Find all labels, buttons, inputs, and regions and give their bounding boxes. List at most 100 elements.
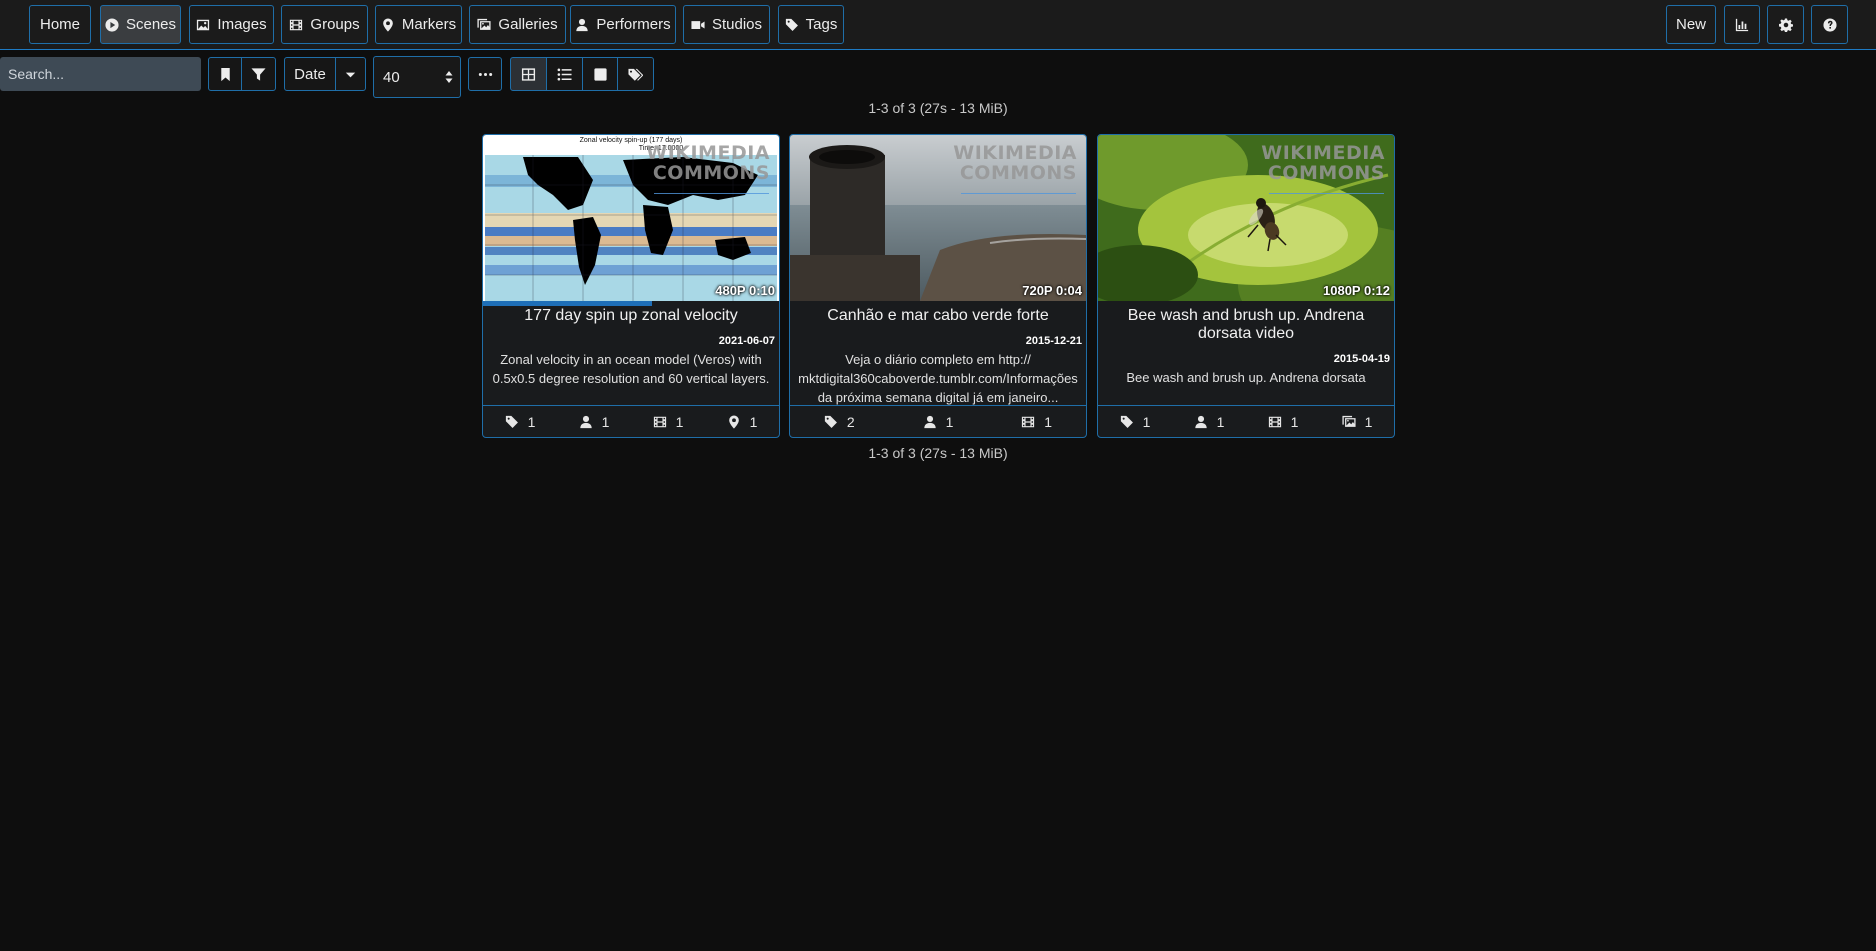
user-icon [575,18,589,32]
film-icon [1021,415,1035,429]
nav-groups-button[interactable]: Groups [281,5,368,44]
caret-down-icon [343,67,358,82]
sort-by-label: Date [294,65,326,83]
scene-title[interactable]: 177 day spin up zonal velocity [491,307,771,325]
bookmark-icon [218,67,233,82]
watermark: WIKIMEDIA COMMONS [1261,143,1385,183]
resolution-duration-badge: 720P 0:04 [1022,283,1082,298]
image-icon [196,18,210,32]
saved-filters-button[interactable] [208,57,242,91]
nav-groups-label: Groups [310,16,360,33]
filter-button[interactable] [241,57,276,91]
watermark-underline [1269,193,1384,194]
gear-icon [1779,18,1793,32]
scene-thumbnail[interactable]: Zonal velocity spin-up (177 days) Time: … [483,135,779,301]
more-options-button[interactable] [468,57,502,91]
grid-icon [521,67,536,82]
markers-count-button[interactable]: 1 [727,414,758,430]
markers-count: 1 [749,414,758,430]
nav-studios-button[interactable]: Studios [683,5,770,44]
images-icon [477,18,491,32]
performers-count-button[interactable]: 1 [579,414,609,430]
view-list-button[interactable] [546,57,583,91]
performers-count-button[interactable]: 1 [923,414,954,430]
nav-performers-button[interactable]: Performers [570,5,676,44]
map-marker-icon [727,415,741,429]
tag-icon [824,415,838,429]
map-marker-icon [381,18,395,32]
per-page-value: 40 [383,68,400,86]
user-icon [923,415,937,429]
scene-card[interactable]: Zonal velocity spin-up (177 days) Time: … [482,134,780,438]
sort-by-button[interactable]: Date [284,57,336,91]
scene-card[interactable]: WIKIMEDIA COMMONS 720P 0:04 Canhão e mar … [789,134,1087,438]
nav-studios-label: Studios [711,16,763,33]
user-icon [1194,415,1208,429]
groups-count: 1 [1044,414,1053,430]
per-page-select[interactable]: 40 [373,56,461,98]
nav-markers-button[interactable]: Markers [375,5,462,44]
tags-count-button[interactable]: 2 [824,414,855,430]
ellipsis-icon [478,67,493,82]
stats-button[interactable] [1724,5,1760,44]
nav-home-label: Home [40,16,81,33]
watermark-line2: COMMONS [652,162,770,184]
scene-description: Zonal velocity in an ocean model (Veros)… [492,352,770,386]
sort-direction-button[interactable] [335,57,366,91]
watermark: WIKIMEDIA COMMONS [646,143,770,183]
galleries-count-button[interactable]: 1 [1342,414,1373,430]
view-wall-button[interactable] [582,57,618,91]
nav-galleries-label: Galleries [498,16,558,33]
resolution-duration-badge: 1080P 0:12 [1323,283,1390,298]
question-icon [1823,18,1837,32]
tags-count-button[interactable]: 1 [1120,414,1150,430]
tags-icon [628,67,643,82]
performers-count: 1 [945,414,954,430]
scene-title[interactable]: Bee wash and brush up. Andrena dorsata v… [1106,307,1386,343]
galleries-count: 1 [1364,414,1373,430]
watermark-underline [654,193,769,194]
groups-count: 1 [1290,414,1299,430]
film-icon [653,415,667,429]
tags-count: 2 [846,414,855,430]
scene-card-footer: 1 1 1 1 [483,405,779,437]
scene-date: 2015-12-21 [1025,335,1082,347]
scene-thumbnail[interactable]: WIKIMEDIA COMMONS 720P 0:04 [790,135,1086,301]
nav-images-button[interactable]: Images [189,5,274,44]
scene-description: Veja o diário completo em http:// mktdig… [798,352,1078,405]
resume-progress-bar [483,301,779,306]
groups-count-button[interactable]: 1 [1021,414,1052,430]
view-tagger-button[interactable] [617,57,654,91]
nav-performers-label: Performers [596,16,671,33]
settings-button[interactable] [1767,5,1804,44]
nav-tags-button[interactable]: Tags [778,5,844,44]
help-button[interactable] [1811,5,1848,44]
watermark-line1: WIKIMEDIA [953,142,1077,164]
images-icon [1342,415,1356,429]
scene-description: Bee wash and brush up. Andrena dorsata [1126,370,1366,385]
video-camera-icon [691,18,705,32]
scene-thumbnail[interactable]: WIKIMEDIA COMMONS 1080P 0:12 [1098,135,1394,301]
watermark-underline [961,193,1076,194]
groups-count-button[interactable]: 1 [653,414,683,430]
scene-title[interactable]: Canhão e mar cabo verde forte [798,307,1078,325]
tags-count-button[interactable]: 1 [505,414,535,430]
play-circle-icon [105,18,119,32]
watermark-line2: COMMONS [1267,162,1385,184]
nav-scenes-button[interactable]: Scenes [100,5,181,44]
view-grid-button[interactable] [510,57,547,91]
groups-count-button[interactable]: 1 [1268,414,1299,430]
scene-card[interactable]: WIKIMEDIA COMMONS 1080P 0:12 Bee wash and… [1097,134,1395,438]
chart-icon [1735,18,1749,32]
results-summary-top: 1-3 of 3 (27s - 13 MiB) [868,100,1008,116]
list-icon [557,67,572,82]
new-button[interactable]: New [1666,5,1716,44]
search-input[interactable]: Search... [0,57,201,91]
watermark-line1: WIKIMEDIA [646,142,770,164]
nav-home-button[interactable]: Home [29,5,91,44]
performers-count-button[interactable]: 1 [1194,414,1224,430]
scene-date: 2021-06-07 [718,335,775,347]
tag-icon [1120,415,1134,429]
search-placeholder: Search... [8,66,65,82]
nav-galleries-button[interactable]: Galleries [469,5,566,44]
